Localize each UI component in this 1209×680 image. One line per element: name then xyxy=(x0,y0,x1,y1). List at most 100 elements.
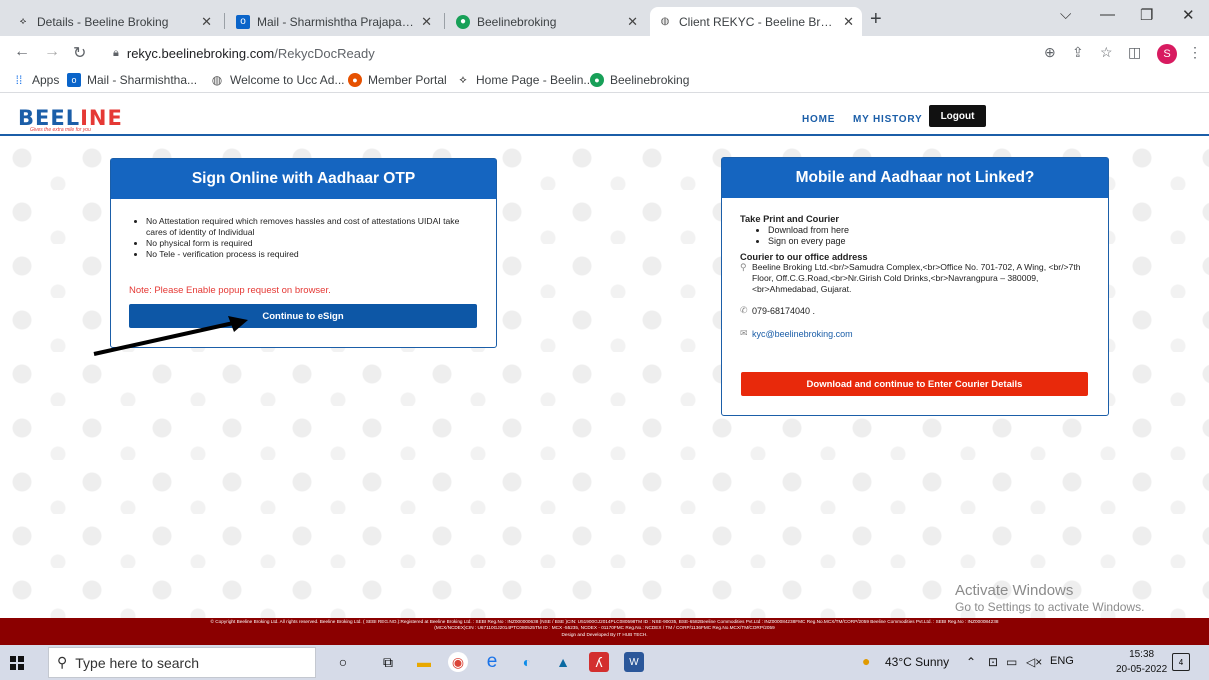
bookmark-star-icon[interactable]: ☆ xyxy=(1100,44,1113,61)
web-page: BEELINE Gives the extra mile for you HOM… xyxy=(0,94,1209,618)
site-footer: © Copyright Beeline Broking Ltd. All rig… xyxy=(0,618,1209,645)
tab-beelinebroking[interactable]: ● Beelinebroking ✕ xyxy=(448,7,646,36)
tab-title: Client REKYC - Beeline Broking xyxy=(679,14,838,29)
logo-tagline: Gives the extra mile for you xyxy=(30,127,91,133)
email-line: ✉ kyc@beelinebroking.com xyxy=(733,328,1100,339)
cortana-icon[interactable]: ○ xyxy=(333,652,353,672)
logout-button[interactable]: Logout xyxy=(929,105,986,127)
tab-search-chevron-icon[interactable]: ⌵ xyxy=(1060,6,1071,23)
card-title: Mobile and Aadhaar not Linked? xyxy=(722,158,1108,198)
weather-icon: ● xyxy=(862,653,871,669)
instructions-list: Download from here Sign on every page xyxy=(740,225,1100,247)
tray-chevron-icon[interactable]: ⌃ xyxy=(966,655,976,669)
network-icon[interactable]: ⊡ xyxy=(988,655,998,669)
bookmark-home-page[interactable]: ⟡ Home Page - Beelin... xyxy=(456,73,593,87)
bookmark-mail[interactable]: o Mail - Sharmishtha... xyxy=(67,73,197,87)
acrobat-icon[interactable]: ʎ xyxy=(589,652,609,672)
card-title: Sign Online with Aadhaar OTP xyxy=(111,159,496,199)
maximize-button[interactable]: ❐ xyxy=(1140,6,1153,24)
bookmark-apps[interactable]: ⁞⁞ Apps xyxy=(12,73,60,87)
browser-tab-strip: ⟡ Details - Beeline Broking ✕ o Mail - S… xyxy=(0,0,1209,36)
share-icon[interactable]: ⇪ xyxy=(1072,44,1084,61)
activate-windows-watermark: Activate Windows Go to Settings to activ… xyxy=(955,582,1145,614)
beelinebroking-favicon: ● xyxy=(456,14,470,29)
taskbar-search[interactable]: ⚲ Type here to search xyxy=(48,647,316,678)
tab-title: Beelinebroking xyxy=(477,14,557,29)
profile-avatar[interactable]: S xyxy=(1157,44,1177,64)
bookmark-ucc[interactable]: ◍ Welcome to Ucc Ad... xyxy=(210,73,345,87)
map-pin-icon: ⚲ xyxy=(740,262,747,272)
beeline-icon: ⟡ xyxy=(459,73,467,86)
url-path: /RekycDocReady xyxy=(274,45,375,61)
download-courier-button[interactable]: Download and continue to Enter Courier D… xyxy=(741,372,1088,396)
close-icon[interactable]: ✕ xyxy=(627,14,638,30)
globe-icon: ◍ xyxy=(211,73,223,87)
photos-icon[interactable]: ▲ xyxy=(553,652,573,672)
address-heading: Courier to our office address xyxy=(740,252,868,262)
bookmark-member-portal[interactable]: ● Member Portal xyxy=(348,73,447,87)
address-bar[interactable]: 🔒︎ rekyc.beelinebroking.com/RekycDocRead… xyxy=(113,40,933,66)
back-button[interactable]: ← xyxy=(14,43,30,61)
envelope-icon: ✉ xyxy=(740,328,748,338)
screen: ⟡ Details - Beeline Broking ✕ o Mail - S… xyxy=(0,0,1209,680)
internet-explorer-icon[interactable]: e xyxy=(482,651,502,672)
bookmarks-bar: ⁞⁞ Apps o Mail - Sharmishtha... ◍ Welcom… xyxy=(0,69,1209,93)
search-icon: ⚲ xyxy=(57,654,68,670)
url-host: rekyc.beelinebroking.com xyxy=(126,45,275,61)
phone-line: ✆ 079-68174040 . xyxy=(740,305,816,316)
windows-start-icon[interactable] xyxy=(10,656,24,670)
forward-button[interactable]: → xyxy=(44,43,60,61)
browser-toolbar: ← → ↻ 🔒︎ rekyc.beelinebroking.com/RekycD… xyxy=(0,36,1209,69)
close-window-button[interactable]: ✕ xyxy=(1182,6,1195,24)
popup-note: Note: Please Enable popup request on bro… xyxy=(129,285,331,296)
windows-taskbar: ⚲ Type here to search ○ ⧉ ▬ ◉ e ◐ ▲ ʎ W … xyxy=(0,645,1209,680)
close-icon[interactable]: ✕ xyxy=(421,14,432,30)
close-icon[interactable]: ✕ xyxy=(843,14,854,30)
chrome-icon[interactable]: ◉ xyxy=(448,652,468,672)
weather-text[interactable]: 43°C Sunny xyxy=(885,655,949,669)
arrow-annotation xyxy=(93,316,248,356)
courier-card: Mobile and Aadhaar not Linked? Take Prin… xyxy=(721,157,1109,416)
volume-muted-icon[interactable]: ◁× xyxy=(1026,655,1042,669)
zoom-icon[interactable]: ⊕ xyxy=(1044,44,1056,61)
battery-icon[interactable]: ▭ xyxy=(1006,655,1017,669)
list-item: No physical form is required xyxy=(146,238,468,249)
take-print-heading: Take Print and Courier xyxy=(740,214,840,224)
task-view-icon[interactable]: ⧉ xyxy=(378,652,398,672)
tab-mail[interactable]: o Mail - Sharmishtha Prajapati - Ou ✕ xyxy=(228,7,440,36)
nav-home[interactable]: HOME xyxy=(802,114,835,125)
tab-title: Mail - Sharmishtha Prajapati - Ou xyxy=(257,14,416,29)
outlook-favicon: o xyxy=(236,14,250,29)
sidebar-icon[interactable]: ◫ xyxy=(1128,44,1141,61)
office-address: ⚲ Beeline Broking Ltd.<br/>Samudra Compl… xyxy=(740,262,1081,294)
benefits-list: No Attestation required which removes ha… xyxy=(146,216,468,260)
list-item: Sign on every page xyxy=(768,236,1100,247)
menu-icon[interactable]: ⋮ xyxy=(1188,44,1202,61)
list-item: No Attestation required which removes ha… xyxy=(146,216,468,238)
language-indicator[interactable]: ENG xyxy=(1050,655,1074,667)
apps-grid-icon: ⁞⁞ xyxy=(15,73,23,87)
beelinebroking-icon: ● xyxy=(590,73,604,87)
globe-favicon: ◍ xyxy=(660,16,670,27)
member-portal-icon: ● xyxy=(348,73,362,87)
reload-button[interactable]: ↻ xyxy=(73,43,86,63)
tab-details[interactable]: ⟡ Details - Beeline Broking ✕ xyxy=(8,7,220,36)
site-header: BEELINE Gives the extra mile for you HOM… xyxy=(0,94,1209,136)
tab-title: Details - Beeline Broking xyxy=(37,14,169,29)
tab-client-rekyc[interactable]: ◍ Client REKYC - Beeline Broking ✕ xyxy=(650,7,862,36)
outlook-icon: o xyxy=(67,73,81,87)
file-explorer-icon[interactable]: ▬ xyxy=(414,652,434,672)
close-icon[interactable]: ✕ xyxy=(201,14,212,30)
lock-icon: 🔒︎ xyxy=(113,46,119,59)
bookmark-beelinebroking[interactable]: ● Beelinebroking xyxy=(590,73,689,87)
nav-my-history[interactable]: MY HISTORY xyxy=(853,114,923,125)
word-icon[interactable]: W xyxy=(624,652,644,672)
minimize-button[interactable]: — xyxy=(1100,6,1115,23)
edge-icon[interactable]: ◐ xyxy=(517,652,537,672)
notification-center-icon[interactable]: 4 xyxy=(1172,653,1190,671)
email-link[interactable]: kyc@beelinebroking.com xyxy=(752,329,853,339)
new-tab-button[interactable]: + xyxy=(870,8,882,31)
download-from-here-link[interactable]: Download from here xyxy=(768,225,1100,236)
clock[interactable]: 15:38 20-05-2022 xyxy=(1116,647,1167,677)
beeline-favicon: ⟡ xyxy=(19,16,27,27)
